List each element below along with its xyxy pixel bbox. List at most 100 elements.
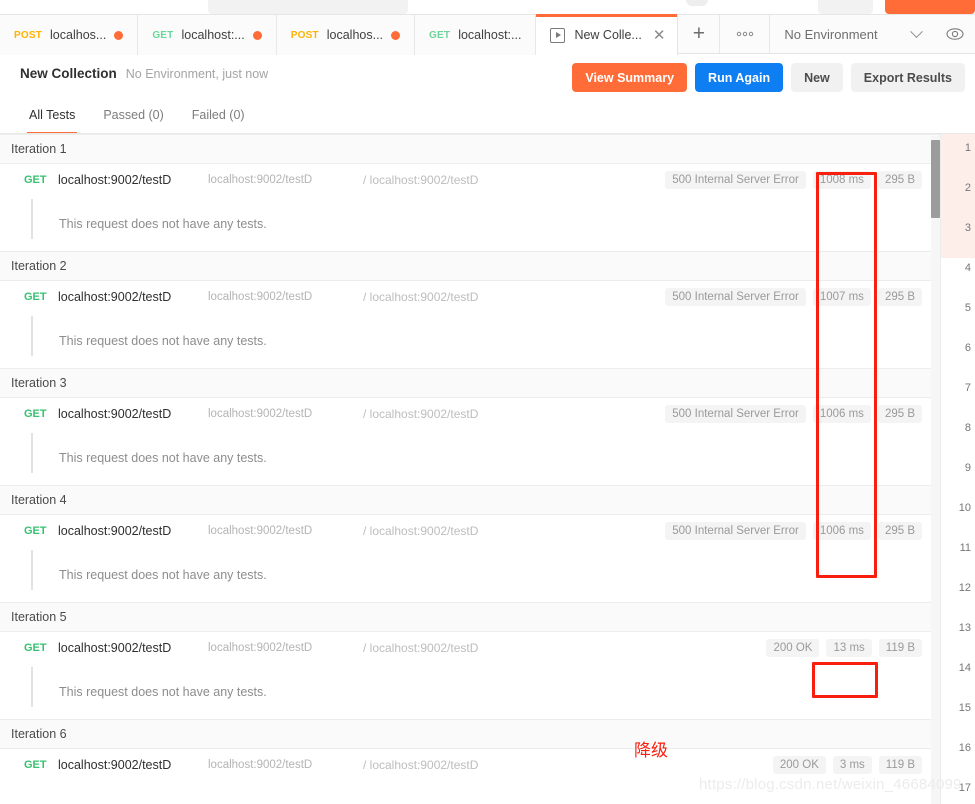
rail-line-number: 8 bbox=[964, 422, 971, 434]
new-run-button[interactable]: New bbox=[791, 63, 843, 92]
request-name: localhost:9002/testD bbox=[58, 641, 172, 655]
request-tab-3[interactable]: GET localhost:... bbox=[415, 15, 537, 55]
results-list[interactable]: Iteration 1 GET localhost:9002/testD localh… bbox=[0, 134, 940, 804]
rail-line-number: 2 bbox=[964, 182, 971, 194]
iteration-header[interactable]: Iteration 2 bbox=[0, 251, 940, 281]
request-meta: 500 Internal Server Error 1008 ms 295 B bbox=[665, 171, 922, 189]
environment-quick-look-button[interactable] bbox=[935, 15, 975, 53]
rail-line-number: 6 bbox=[964, 342, 971, 354]
request-path: / localhost:9002/testD bbox=[363, 641, 479, 655]
request-meta: 200 OK 3 ms 119 B bbox=[772, 756, 922, 774]
request-result-row[interactable]: GET localhost:9002/testD localhost:9002/te… bbox=[0, 632, 940, 664]
rail-line-number: 16 bbox=[958, 742, 971, 754]
export-results-button[interactable]: Export Results bbox=[850, 63, 965, 92]
rail-line-number: 4 bbox=[964, 262, 971, 274]
run-again-button[interactable]: Run Again bbox=[695, 63, 784, 92]
no-tests-note: This request does not have any tests. bbox=[0, 430, 940, 485]
status-badge: 500 Internal Server Error bbox=[665, 405, 806, 423]
tab-passed[interactable]: Passed (0) bbox=[89, 100, 177, 134]
clipped-search-box bbox=[208, 0, 408, 14]
rail-line-number: 1 bbox=[964, 142, 971, 154]
request-url: localhost:9002/testD bbox=[208, 408, 313, 420]
rail-line-number: 9 bbox=[964, 462, 971, 474]
tab-failed[interactable]: Failed (0) bbox=[178, 100, 259, 134]
watermark: https://blog.csdn.net/weixin_46684099 bbox=[699, 776, 962, 793]
ellipsis-icon bbox=[736, 31, 754, 37]
rail-line-number: 14 bbox=[958, 662, 971, 674]
request-result-row[interactable]: GET localhost:9002/testD localhost:9002/te… bbox=[0, 398, 940, 430]
request-tab-0[interactable]: POST localhos... bbox=[0, 15, 139, 55]
request-url: localhost:9002/testD bbox=[208, 642, 313, 654]
note-text: This request does not have any tests. bbox=[59, 684, 267, 699]
clipped-pill bbox=[686, 0, 708, 6]
request-method-badge: GET bbox=[24, 291, 47, 303]
more-options-icon[interactable] bbox=[720, 15, 771, 53]
request-url: localhost:9002/testD bbox=[208, 291, 313, 303]
response-size-badge: 295 B bbox=[877, 405, 922, 423]
response-time-badge: 1006 ms bbox=[812, 522, 871, 540]
postman-runner-window: POST localhos... GET localhost:... POST … bbox=[0, 0, 975, 804]
clipped-top-chrome bbox=[0, 0, 975, 14]
results-filter-tabs: All Tests Passed (0) Failed (0) bbox=[0, 100, 975, 134]
request-name: localhost:9002/testD bbox=[58, 290, 172, 304]
runner-tab-active[interactable]: New Colle... ✕ bbox=[536, 14, 679, 55]
iteration-header[interactable]: Iteration 5 bbox=[0, 602, 940, 632]
response-time-badge: 13 ms bbox=[826, 639, 872, 657]
annotation-label-degrade: 降级 bbox=[634, 741, 668, 761]
run-subtitle: No Environment, just now bbox=[125, 67, 269, 81]
note-indent-bar bbox=[31, 316, 33, 356]
note-text: This request does not have any tests. bbox=[59, 450, 267, 465]
iteration-header[interactable]: Iteration 4 bbox=[0, 485, 940, 515]
request-url: localhost:9002/testD bbox=[208, 759, 313, 771]
request-meta: 200 OK 13 ms 119 B bbox=[766, 639, 922, 657]
environment-selector[interactable]: No Environment bbox=[770, 15, 935, 53]
no-tests-note: This request does not have any tests. bbox=[0, 313, 940, 368]
tab-title: localhos... bbox=[50, 28, 107, 42]
rail-line-number: 10 bbox=[958, 502, 971, 514]
request-result-row[interactable]: GET localhost:9002/testD localhost:9002/te… bbox=[0, 515, 940, 547]
run-title-group: New Collection No Environment, just now bbox=[20, 66, 268, 81]
tab-method-badge: GET bbox=[152, 29, 174, 41]
response-size-badge: 119 B bbox=[878, 639, 922, 657]
request-result-block: GET localhost:9002/testD localhost:9002/te… bbox=[0, 164, 940, 251]
unsaved-dot-icon bbox=[391, 30, 401, 40]
results-scrollbar-track[interactable] bbox=[931, 136, 940, 804]
results-scrollbar-thumb[interactable] bbox=[931, 140, 940, 218]
request-result-row[interactable]: GET localhost:9002/testD localhost:9002/te… bbox=[0, 281, 940, 313]
request-path: / localhost:9002/testD bbox=[363, 758, 479, 772]
rail-line-number: 7 bbox=[964, 382, 971, 394]
rail-line-number: 12 bbox=[958, 582, 971, 594]
iteration-header[interactable]: Iteration 6 bbox=[0, 719, 940, 749]
request-result-row[interactable]: GET localhost:9002/testD localhost:9002/te… bbox=[0, 164, 940, 196]
request-result-block: GET localhost:9002/testD localhost:9002/te… bbox=[0, 632, 940, 719]
note-indent-bar bbox=[31, 199, 33, 239]
request-result-block: GET localhost:9002/testD localhost:9002/te… bbox=[0, 515, 940, 602]
new-tab-button[interactable]: + bbox=[678, 15, 721, 53]
request-tab-2[interactable]: POST localhos... bbox=[276, 15, 416, 55]
status-badge: 500 Internal Server Error bbox=[665, 171, 806, 189]
no-tests-note: This request does not have any tests. bbox=[0, 664, 940, 719]
unsaved-dot-icon bbox=[114, 30, 124, 40]
no-tests-note: This request does not have any tests. bbox=[0, 547, 940, 602]
request-name: localhost:9002/testD bbox=[58, 524, 172, 538]
tab-title: localhost:... bbox=[181, 28, 245, 42]
request-tab-1[interactable]: GET localhost:... bbox=[138, 15, 277, 55]
status-badge: 200 OK bbox=[766, 639, 820, 657]
note-text: This request does not have any tests. bbox=[59, 216, 267, 231]
note-text: This request does not have any tests. bbox=[59, 567, 267, 582]
response-size-badge: 295 B bbox=[877, 522, 922, 540]
runner-play-icon bbox=[550, 27, 566, 43]
note-indent-bar bbox=[31, 433, 33, 473]
iteration-header[interactable]: Iteration 1 bbox=[0, 134, 940, 164]
header-actions: View Summary Run Again New Export Result… bbox=[572, 63, 965, 92]
tab-method-badge: POST bbox=[14, 29, 43, 41]
request-meta: 500 Internal Server Error 1006 ms 295 B bbox=[665, 405, 922, 423]
close-icon[interactable]: ✕ bbox=[653, 28, 666, 43]
response-size-badge: 119 B bbox=[878, 756, 922, 774]
runner-tab-title: New Colle... bbox=[574, 28, 642, 42]
status-badge: 200 OK bbox=[772, 756, 826, 774]
iteration-header[interactable]: Iteration 3 bbox=[0, 368, 940, 398]
tab-bar: POST localhos... GET localhost:... POST … bbox=[0, 14, 975, 55]
tab-all-tests[interactable]: All Tests bbox=[15, 100, 89, 134]
view-summary-button[interactable]: View Summary bbox=[572, 63, 688, 92]
